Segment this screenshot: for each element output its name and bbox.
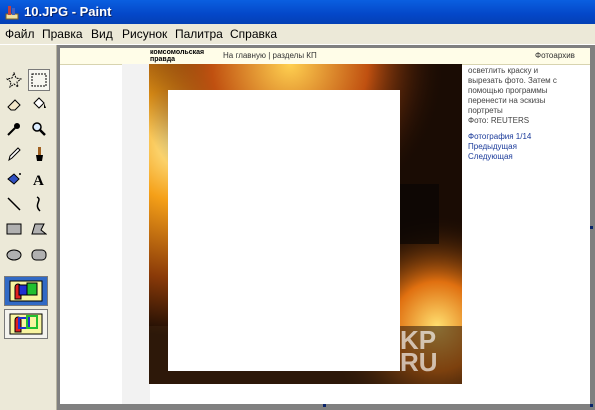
color-picker-icon (7, 123, 20, 136)
free-select-icon (6, 72, 22, 88)
image-canvas[interactable]: комсомольская правда На главную | раздел… (60, 48, 590, 404)
side-credit: Фото: REUTERS (468, 116, 530, 125)
white-blank-area (168, 90, 400, 371)
rectangle-icon (6, 223, 22, 235)
menu-image[interactable]: Рисунок (122, 27, 167, 41)
free-select-tool[interactable] (3, 69, 25, 91)
pencil-icon (8, 147, 21, 162)
rectangle-tool[interactable] (3, 218, 25, 240)
curve-icon (36, 196, 41, 212)
title-bar: 10.JPG - Paint (0, 0, 595, 24)
transparent-option[interactable] (4, 309, 48, 339)
menu-edit[interactable]: Правка (42, 27, 83, 41)
left-margin (122, 64, 150, 404)
magnifier-tool[interactable] (28, 118, 50, 140)
webpage-header: комсомольская правда На главную | раздел… (60, 48, 590, 65)
side-link-2: Предыдущая (468, 142, 517, 151)
line-icon (7, 197, 21, 211)
fill-tool[interactable] (28, 93, 50, 115)
menu-help[interactable]: Справка (230, 27, 277, 41)
brush-icon (36, 147, 43, 161)
magnifier-icon (32, 122, 46, 136)
canvas-area: комсомольская правда На главную | раздел… (57, 45, 595, 410)
eraser-tool[interactable] (3, 93, 25, 115)
resize-handle-corner[interactable] (590, 404, 593, 407)
rounded-rect-tool[interactable] (28, 244, 50, 266)
side-text: осветлить краску и вырезать фото. Затем … (468, 66, 557, 115)
color-picker-tool[interactable] (3, 118, 25, 140)
resize-handle-bottom[interactable] (323, 404, 326, 407)
airbrush-tool[interactable] (3, 168, 25, 190)
header-nav-text: На главную | разделы КП (223, 51, 317, 60)
menu-view[interactable]: Вид (91, 27, 113, 41)
menu-bar: Файл Правка Вид Рисунок Палитра Справка (0, 24, 595, 45)
brush-tool[interactable] (28, 143, 50, 165)
menu-colors[interactable]: Палитра (175, 27, 223, 41)
kp-watermark: KP RU (400, 327, 438, 377)
opaque-mode-icon (9, 280, 43, 302)
eraser-icon (7, 99, 21, 111)
opaque-option[interactable] (4, 276, 48, 306)
side-link-3: Следующая (468, 152, 513, 161)
polygon-tool[interactable] (28, 218, 50, 240)
transparent-mode-icon (9, 313, 43, 335)
pencil-tool[interactable] (3, 143, 25, 165)
watermark-ru: RU (400, 347, 438, 377)
text-tool[interactable]: A (28, 168, 50, 190)
newspaper-logo: комсомольская правда (150, 49, 205, 63)
ellipse-icon (6, 249, 22, 261)
toolbox: A (0, 45, 57, 410)
menu-file[interactable]: Файл (5, 27, 35, 41)
rounded-rect-icon (31, 249, 47, 261)
side-link-1: Фотография 1/14 (468, 132, 532, 141)
curve-tool[interactable] (28, 193, 50, 215)
header-right-text: Фотоархив (535, 51, 575, 60)
paint-app-icon (5, 6, 19, 20)
resize-handle-right[interactable] (590, 226, 593, 229)
rect-select-tool[interactable] (28, 69, 50, 91)
svg-text:A: A (33, 173, 44, 187)
ellipse-tool[interactable] (3, 244, 25, 266)
polygon-icon (31, 223, 47, 235)
window-title: 10.JPG - Paint (24, 4, 112, 19)
line-tool[interactable] (3, 193, 25, 215)
side-caption: осветлить краску и вырезать фото. Затем … (468, 66, 558, 162)
text-icon: A (33, 173, 44, 187)
rect-select-icon (31, 73, 47, 87)
airbrush-icon (7, 173, 21, 185)
fill-icon (33, 97, 46, 109)
